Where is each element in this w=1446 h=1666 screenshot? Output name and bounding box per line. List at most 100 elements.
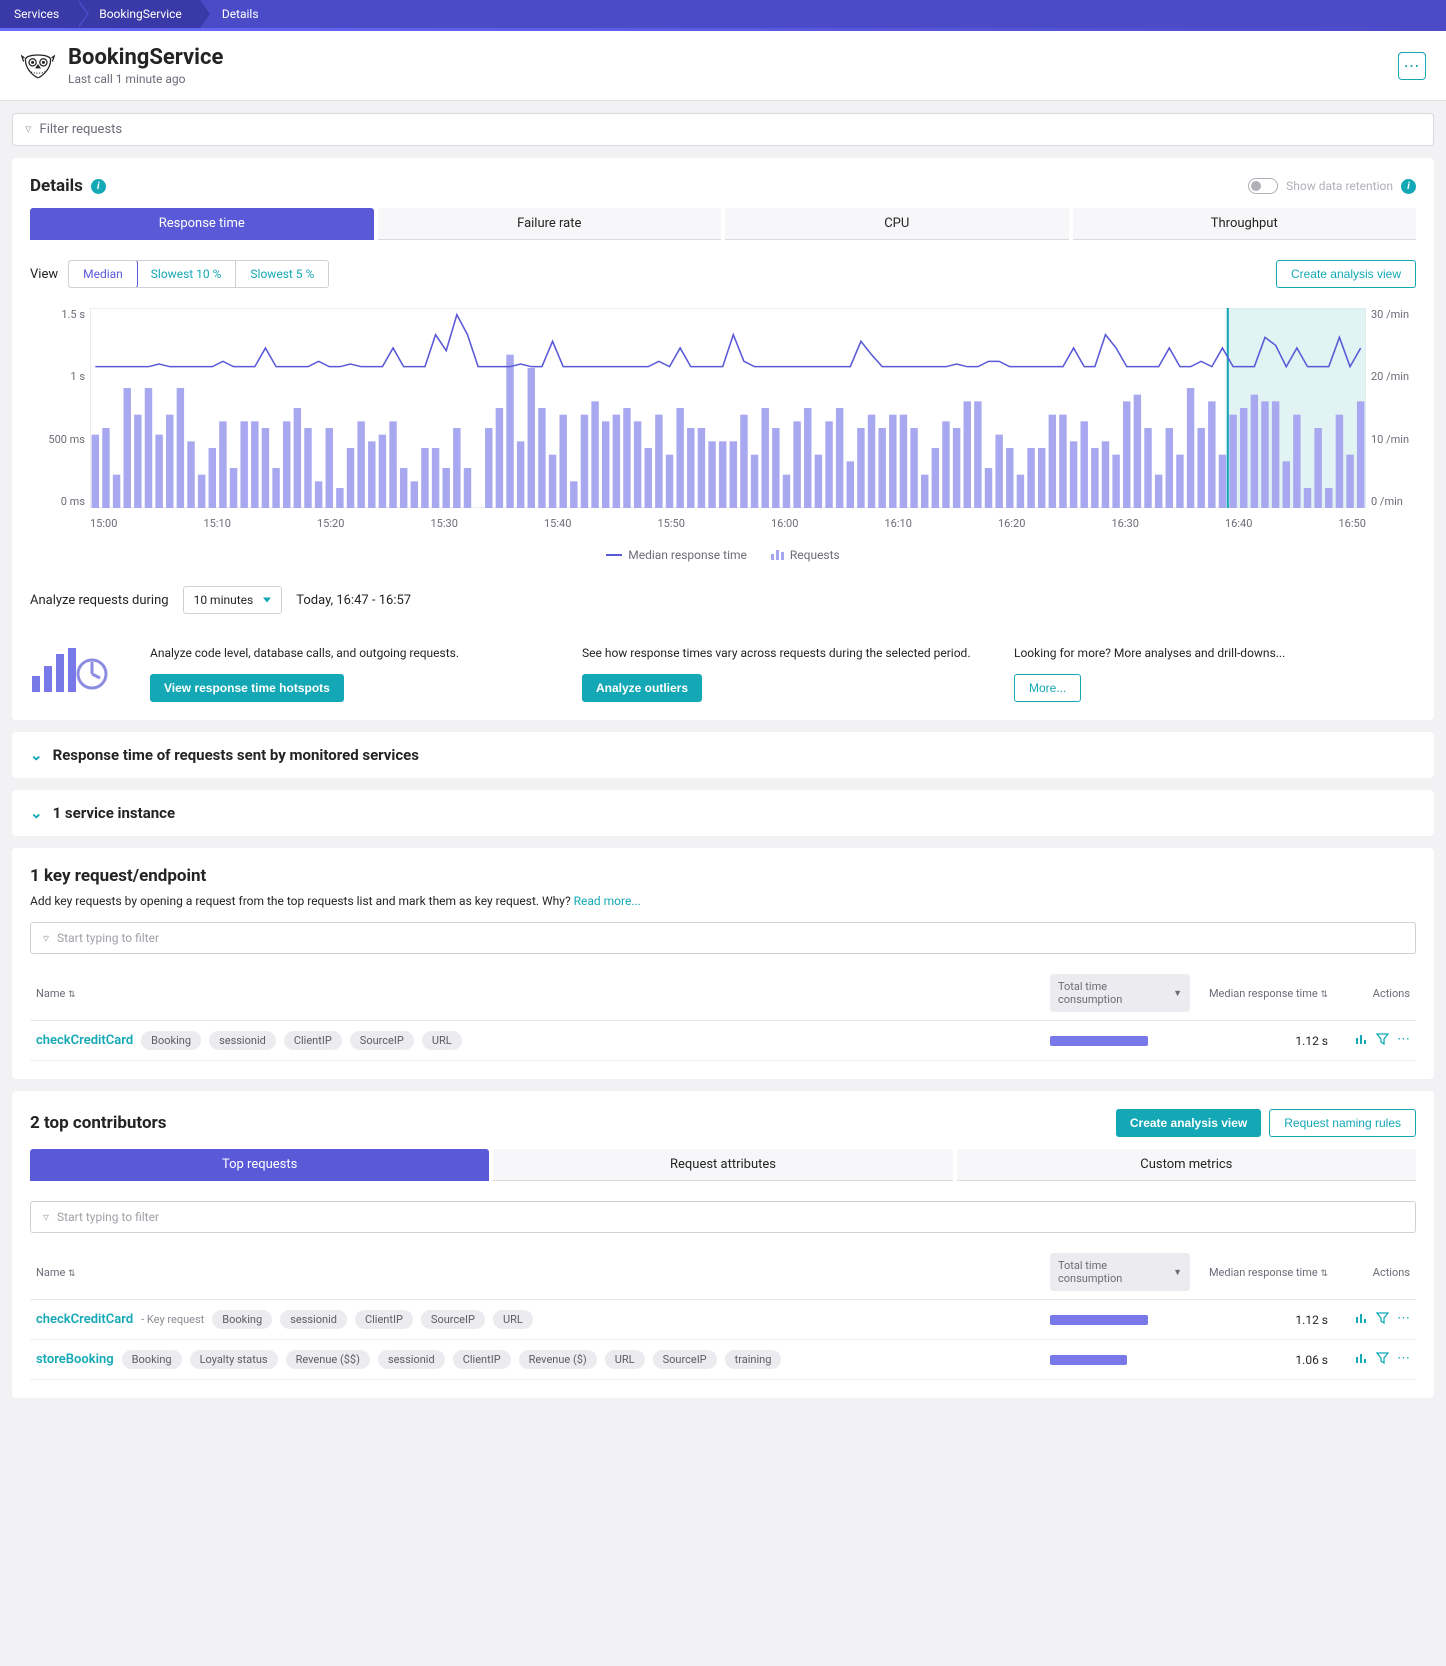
create-analysis-view-button[interactable]: Create analysis view <box>1276 260 1416 288</box>
tab-top-requests[interactable]: Top requests <box>30 1149 489 1181</box>
chart-icon[interactable] <box>1355 1351 1368 1368</box>
tag[interactable]: Booking <box>141 1031 201 1050</box>
filter-icon[interactable] <box>1376 1351 1389 1368</box>
col-name[interactable]: Name ⇅ <box>36 1266 1050 1279</box>
tag[interactable]: URL <box>422 1031 462 1050</box>
retention-label: Show data retention <box>1286 179 1393 193</box>
view-hotspots-button[interactable]: View response time hotspots <box>150 674 344 702</box>
chevron-down-icon: ⌄ <box>30 746 43 764</box>
tag[interactable]: Loyalty status <box>190 1350 278 1369</box>
table-row: storeBooking Booking Loyalty status Revenue… <box>30 1340 1416 1380</box>
more-icon[interactable]: ⋯ <box>1397 1311 1410 1328</box>
request-name-link[interactable]: storeBooking <box>36 1352 114 1367</box>
collapsible-monitored-services[interactable]: ⌄ Response time of requests sent by moni… <box>12 732 1434 778</box>
bars-legend-icon <box>771 550 784 560</box>
read-more-link[interactable]: Read more... <box>574 894 641 908</box>
col-total[interactable]: Total time consumption ▼ <box>1050 1253 1190 1291</box>
request-name-link[interactable]: checkCreditCard <box>36 1033 133 1048</box>
col-total[interactable]: Total time consumption ▼ <box>1050 974 1190 1012</box>
tag[interactable]: ClientIP <box>453 1350 511 1369</box>
tab-response-time[interactable]: Response time <box>30 208 374 240</box>
top-contributors-card: 2 top contributors Create analysis view … <box>12 1091 1434 1398</box>
key-requests-filter[interactable]: ▿ Start typing to filter <box>30 922 1416 954</box>
hotspots-desc: Analyze code level, database calls, and … <box>150 644 552 662</box>
request-name-link[interactable]: checkCreditCard <box>36 1312 133 1327</box>
info-icon[interactable]: i <box>1401 179 1416 194</box>
outliers-desc: See how response times vary across reque… <box>582 644 984 662</box>
key-request-label: - Key request <box>141 1313 204 1326</box>
analyze-outliers-button[interactable]: Analyze outliers <box>582 674 702 702</box>
response-time-chart[interactable]: 1.5 s1 s500 ms0 ms 30 /min20 /min10 /min… <box>90 308 1366 508</box>
contributor-tabs: Top requests Request attributes Custom m… <box>30 1149 1416 1181</box>
chart-icon[interactable] <box>1355 1032 1368 1049</box>
tag[interactable]: Booking <box>212 1310 272 1329</box>
y-axis-right: 30 /min20 /min10 /min0 /min <box>1371 308 1421 508</box>
view-slowest-10[interactable]: Slowest 10 % <box>137 261 237 287</box>
contributors-filter[interactable]: ▿ Start typing to filter <box>30 1201 1416 1233</box>
filter-icon: ▿ <box>43 1210 49 1224</box>
key-requests-desc: Add key requests by opening a request fr… <box>30 894 1416 908</box>
collapsible-service-instance[interactable]: ⌄ 1 service instance <box>12 790 1434 836</box>
tag[interactable]: sessionid <box>209 1031 276 1050</box>
view-segment-group: Median Slowest 10 % Slowest 5 % <box>68 260 329 288</box>
filter-icon: ▿ <box>43 931 49 945</box>
tab-request-attributes[interactable]: Request attributes <box>493 1149 952 1181</box>
tag[interactable]: URL <box>493 1310 533 1329</box>
chevron-down-icon: ⌄ <box>30 804 43 822</box>
contributors-table-header: Name ⇅ Total time consumption ▼ Median r… <box>30 1245 1416 1300</box>
analyze-duration-row: Analyze requests during 10 minutes Today… <box>30 586 1416 614</box>
page-header: BookingService Last call 1 minute ago ⋯ <box>0 31 1446 101</box>
breadcrumb-service-name[interactable]: BookingService <box>77 0 200 28</box>
tab-cpu[interactable]: CPU <box>725 208 1069 240</box>
tag[interactable]: sessionid <box>378 1350 445 1369</box>
contrib-create-analysis-button[interactable]: Create analysis view <box>1116 1109 1261 1137</box>
request-naming-rules-button[interactable]: Request naming rules <box>1269 1109 1416 1137</box>
consumption-bar <box>1050 1036 1148 1046</box>
filter-icon[interactable] <box>1376 1311 1389 1328</box>
tab-failure-rate[interactable]: Failure rate <box>378 208 722 240</box>
chart-icon[interactable] <box>1355 1311 1368 1328</box>
tag[interactable]: Revenue ($$) <box>286 1350 370 1369</box>
tag[interactable]: Revenue ($) <box>519 1350 597 1369</box>
key-requests-title: 1 key request/endpoint <box>30 866 1416 886</box>
view-slowest-5[interactable]: Slowest 5 % <box>236 261 328 287</box>
table-row: checkCreditCard - Key request Booking sessi… <box>30 1300 1416 1340</box>
tag[interactable]: sessionid <box>280 1310 347 1329</box>
filter-icon[interactable] <box>1376 1032 1389 1049</box>
data-retention-toggle[interactable]: Show data retention i <box>1248 178 1416 194</box>
more-icon[interactable]: ⋯ <box>1397 1032 1410 1049</box>
median-value: 1.12 s <box>1190 1313 1340 1327</box>
analysis-bars-icon <box>30 644 110 694</box>
col-median[interactable]: Median response time ⇅ <box>1190 1266 1340 1279</box>
info-icon[interactable]: i <box>91 179 106 194</box>
page-subtitle: Last call 1 minute ago <box>68 72 223 86</box>
tag[interactable]: SourceIP <box>421 1310 485 1329</box>
key-requests-table-header: Name ⇅ Total time consumption ▼ Median r… <box>30 966 1416 1021</box>
consumption-bar <box>1050 1355 1127 1365</box>
filter-requests-input[interactable]: ▿ Filter requests <box>12 113 1434 146</box>
view-median[interactable]: Median <box>68 260 138 288</box>
tab-throughput[interactable]: Throughput <box>1073 208 1417 240</box>
more-analyses-button[interactable]: More... <box>1014 674 1081 702</box>
tag[interactable]: SourceIP <box>653 1350 717 1369</box>
tag[interactable]: Booking <box>122 1350 182 1369</box>
service-icon <box>20 50 56 82</box>
filter-icon: ▿ <box>25 122 32 137</box>
more-icon[interactable]: ⋯ <box>1397 1351 1410 1368</box>
median-value: 1.06 s <box>1190 1353 1340 1367</box>
tab-custom-metrics[interactable]: Custom metrics <box>957 1149 1416 1181</box>
tag[interactable]: training <box>725 1350 782 1369</box>
more-actions-button[interactable]: ⋯ <box>1398 52 1426 80</box>
duration-select[interactable]: 10 minutes <box>183 586 283 614</box>
col-median[interactable]: Median response time ⇅ <box>1190 987 1340 1000</box>
details-card: Details i Show data retention i Response… <box>12 158 1434 720</box>
tag[interactable]: ClientIP <box>284 1031 342 1050</box>
metric-tabs: Response time Failure rate CPU Throughpu… <box>30 208 1416 240</box>
tag[interactable]: URL <box>605 1350 645 1369</box>
chart-legend: Median response time Requests <box>30 548 1416 562</box>
more-desc: Looking for more? More analyses and dril… <box>1014 644 1416 662</box>
breadcrumb-services[interactable]: Services <box>0 0 77 28</box>
col-name[interactable]: Name ⇅ <box>36 987 1050 1000</box>
tag[interactable]: SourceIP <box>350 1031 414 1050</box>
tag[interactable]: ClientIP <box>355 1310 413 1329</box>
